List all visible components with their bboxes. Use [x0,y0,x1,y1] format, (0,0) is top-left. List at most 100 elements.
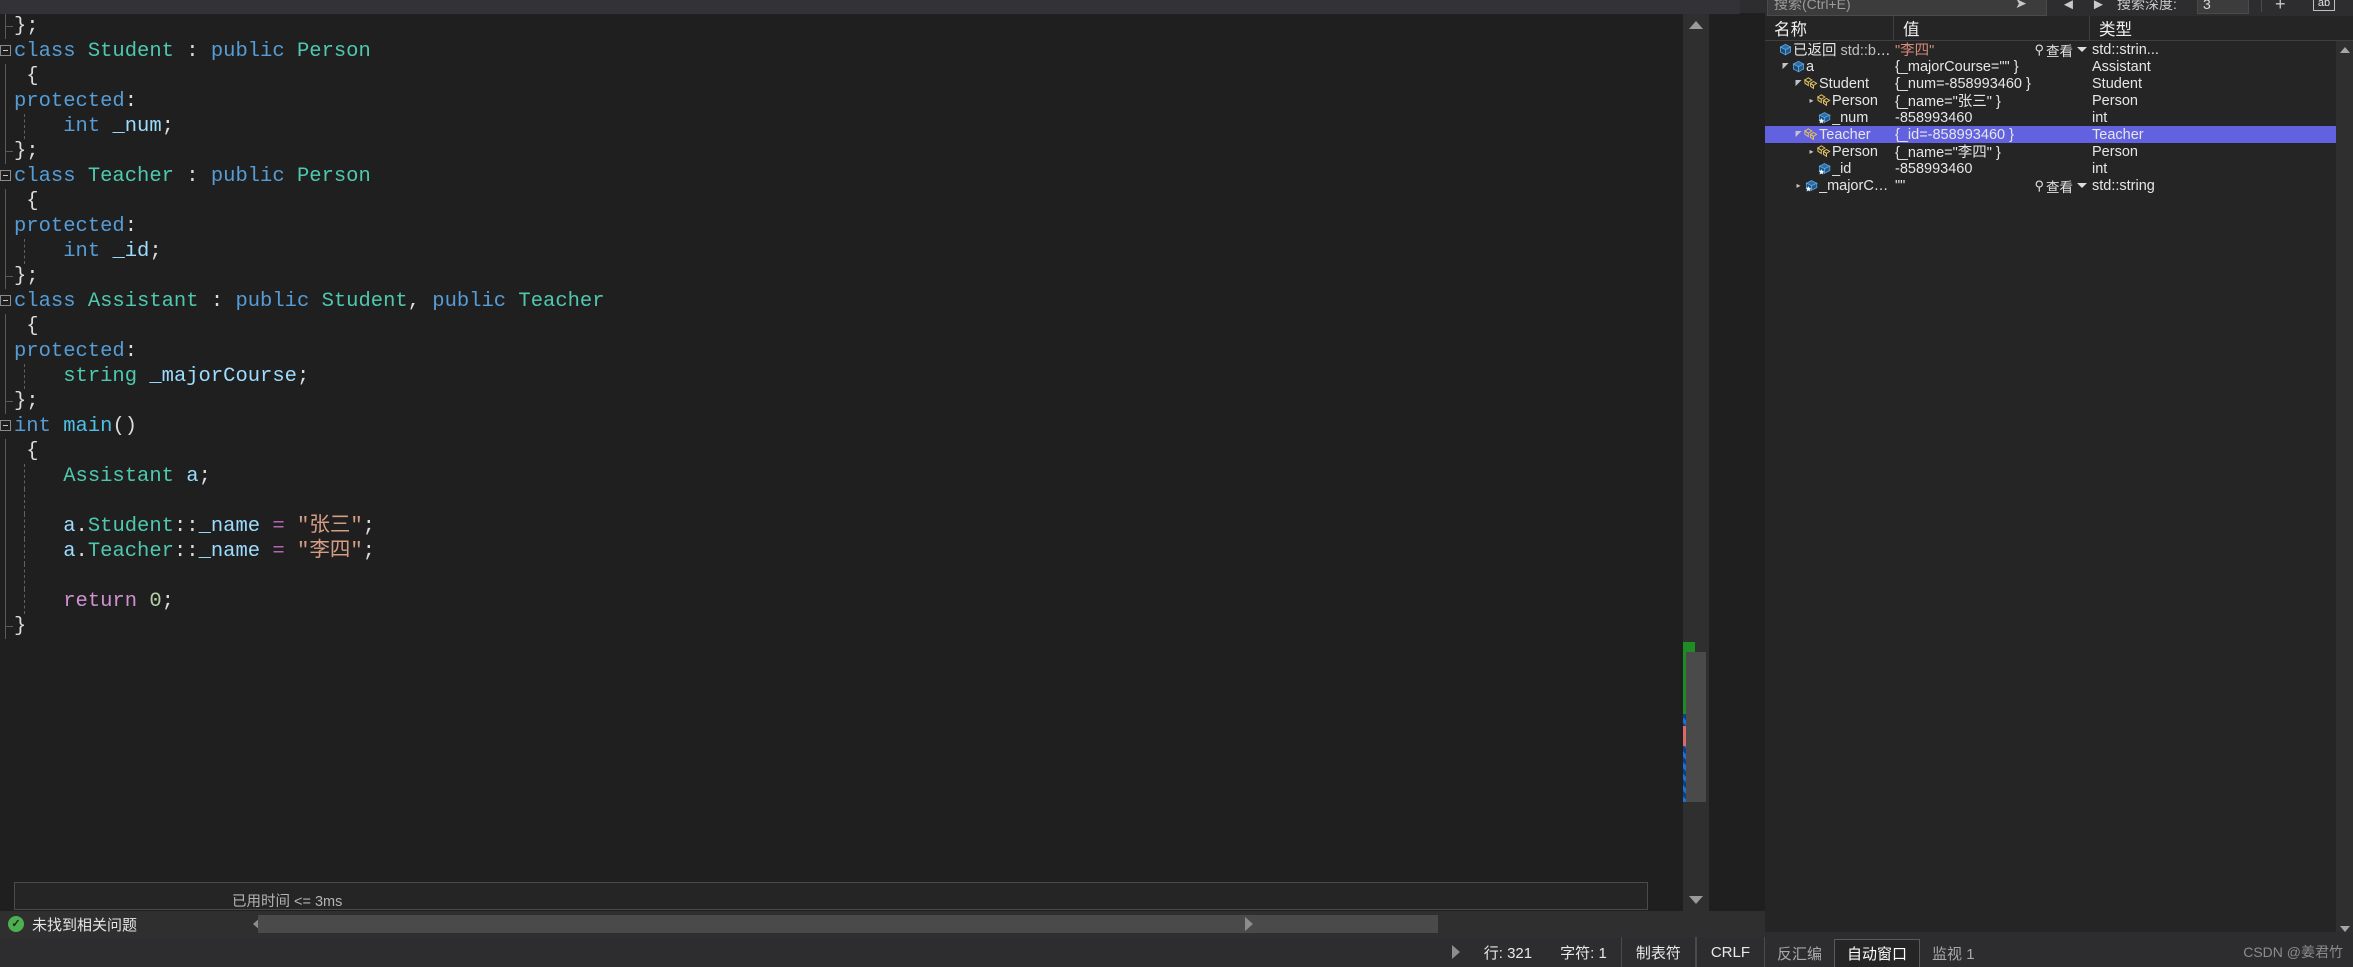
watch-row-value-cell[interactable]: "" ⚲ 查看 [1893,177,2089,194]
add-watch-button[interactable]: + [2275,0,2286,14]
code-line[interactable]: int _id; [0,239,1669,264]
watch-row-name-cell[interactable]: ▸ Person [1765,143,1893,160]
column-header-value[interactable]: 值 [1893,15,2089,41]
scroll-down-arrow-icon[interactable] [1683,889,1709,911]
watch-row-name-cell[interactable]: 已返回 std::ba... [1765,41,1893,58]
code-line[interactable]: protected: [0,339,1669,364]
chevron-down-icon[interactable] [2077,183,2087,188]
watch-rows-body[interactable]: 已返回 std::ba... "李四" ⚲ 查看 std::strin... ◢ a {_ma… [1765,41,2353,937]
code-line[interactable]: Assistant a; [0,464,1669,489]
code-line[interactable]: { [0,439,1669,464]
watch-row-name-cell[interactable]: ◢ a [1765,58,1893,75]
editor-vertical-scrollbar[interactable] [1683,14,1709,911]
chevron-down-icon[interactable] [2077,47,2087,52]
watch-row-name-cell[interactable]: ◢ Student [1765,75,1893,92]
watch-row-value-cell[interactable]: "李四" ⚲ 查看 [1893,41,2089,58]
editor-horizontal-scroll-row[interactable]: ✓ 未找到相关问题 [0,911,1765,937]
chevron-down-icon[interactable]: ◢ [1793,79,1804,88]
watch-row[interactable]: ◢ a {_majorCourse="" } Assistant [1765,58,2353,75]
watch-row[interactable]: ▸ Person {_name="张三" } Person [1765,92,2353,110]
search-icon[interactable]: ➤ [2015,0,2027,12]
watch-tab-active[interactable]: 自动窗口 [1834,939,1921,967]
status-expand-arrow-icon[interactable] [1442,937,1470,967]
watch-row-name-cell[interactable]: ▸ _majorCou... [1765,177,1893,194]
code-line[interactable] [0,489,1669,514]
watch-row-name-label: Teacher [1819,126,1871,143]
code-line[interactable]: class Assistant : public Student, public… [0,289,1669,314]
code-lines-container[interactable]: }; class Student : public Person {protect… [0,14,1669,911]
watch-row[interactable]: ◢ Student {_num=-858993460 } Student [1765,75,2353,92]
watch-rows[interactable]: 已返回 std::ba... "李四" ⚲ 查看 std::strin... ◢ a {_ma… [1765,41,2353,194]
fold-collapse-icon[interactable] [0,45,11,56]
fold-collapse-icon[interactable] [0,420,11,431]
watch-scroll-up-icon[interactable] [2336,41,2353,58]
code-line[interactable]: } [0,614,1669,639]
code-line[interactable]: a.Student::_name = "张三"; [0,514,1669,539]
chevron-down-icon[interactable]: ◢ [1793,130,1804,139]
code-area[interactable]: }; class Student : public Person {protect… [0,14,1765,911]
watch-row[interactable]: ▸ _majorCou..."" ⚲查看 std::string [1765,177,2353,195]
code-line[interactable]: }; [0,389,1669,414]
watch-tabs-list[interactable]: 反汇编 自动窗口 监视 1 [1765,937,1987,967]
chevron-right-icon[interactable]: ▸ [1806,96,1817,105]
hscroll-right-arrow-icon[interactable] [1236,911,1262,937]
column-header-type[interactable]: 类型 [2089,15,2353,41]
watch-row-value-cell[interactable]: {_num=-858993460 } [1893,75,2089,92]
code-token: class [14,290,88,313]
code-line[interactable]: int main() [0,414,1669,439]
watch-row-value-cell[interactable]: -858993460 [1893,109,2089,126]
code-line[interactable]: { [0,64,1669,89]
search-depth-select[interactable]: 3 [2197,0,2249,14]
watch-row-value-cell[interactable]: -858993460 [1893,160,2089,177]
watch-tab-bar[interactable]: 反汇编 自动窗口 监视 1 CSDN @姜君竹 [1765,932,2353,967]
chevron-down-icon[interactable]: ◢ [1780,62,1791,71]
search-input[interactable]: 搜索(Ctrl+E) [1767,0,2047,16]
code-line[interactable]: protected: [0,214,1669,239]
column-header-name[interactable]: 名称 [1765,16,1893,41]
chevron-right-icon[interactable]: ▸ [1793,181,1804,190]
value-visualizer-button[interactable]: ⚲ 查看 [2034,41,2087,58]
watch-tab-inactive[interactable]: 反汇编 [1765,939,1834,967]
watch-row[interactable]: _num -858993460 int [1765,109,2353,126]
code-line[interactable]: class Teacher : public Person [0,164,1669,189]
watch-row-name-cell[interactable]: ◢ Teacher [1765,126,1893,143]
watch-row[interactable]: 已返回 std::ba... "李四" ⚲ 查看 std::strin... [1765,41,2353,58]
watch-row-selected[interactable]: ◢ Teacher {_id=-858993460 } Teacher [1765,126,2353,143]
search-prev-button[interactable]: ◄ [2061,0,2076,14]
chevron-right-icon[interactable]: ▸ [1806,147,1817,156]
elapsed-time-badge: 已用时间 <= 3ms [232,894,343,910]
watch-row-value-cell[interactable]: {_name="李四" } [1893,143,2089,160]
watch-row[interactable]: _id -858993460 int [1765,160,2353,177]
scroll-up-arrow-icon[interactable] [1683,14,1709,36]
code-line[interactable]: return 0; [0,589,1669,614]
code-line[interactable]: }; [0,14,1669,39]
watch-row-name-cell[interactable]: _num [1765,109,1893,126]
watch-row-name-cell[interactable]: ▸ Person [1765,92,1893,109]
status-indent-mode[interactable]: 制表符 [1620,937,1696,967]
search-next-button[interactable]: ► [2091,0,2106,14]
code-line[interactable]: }; [0,139,1669,164]
watch-row-value-cell[interactable]: {_majorCourse="" } [1893,58,2089,75]
code-line[interactable]: { [0,189,1669,214]
code-line[interactable] [0,564,1669,589]
watch-tab-inactive[interactable]: 监视 1 [1920,939,1987,967]
code-line[interactable]: int _num; [0,114,1669,139]
watch-row-value-cell[interactable]: {_id=-858993460 } [1893,126,2089,143]
hex-display-toggle[interactable]: ab [2313,0,2335,11]
status-eol-mode[interactable]: CRLF [1695,937,1765,967]
code-line[interactable]: protected: [0,89,1669,114]
editor-scroll-thumb[interactable] [1686,652,1706,802]
fold-collapse-icon[interactable] [0,295,11,306]
code-line[interactable]: { [0,314,1669,339]
code-token: "张三" [297,515,363,538]
code-line[interactable]: class Student : public Person [0,39,1669,64]
watch-row-name-cell[interactable]: _id [1765,160,1893,177]
watch-row[interactable]: ▸ Person {_name="李四" } Person [1765,143,2353,161]
fold-collapse-icon[interactable] [0,170,11,181]
watch-row-value-cell[interactable]: {_name="张三" } [1893,92,2089,109]
code-line[interactable]: }; [0,264,1669,289]
value-visualizer-button[interactable]: ⚲ 查看 [2034,177,2087,194]
code-line[interactable]: string _majorCourse; [0,364,1669,389]
code-line[interactable]: a.Teacher::_name = "李四"; [0,539,1669,564]
watch-vertical-scrollbar[interactable] [2336,41,2353,937]
